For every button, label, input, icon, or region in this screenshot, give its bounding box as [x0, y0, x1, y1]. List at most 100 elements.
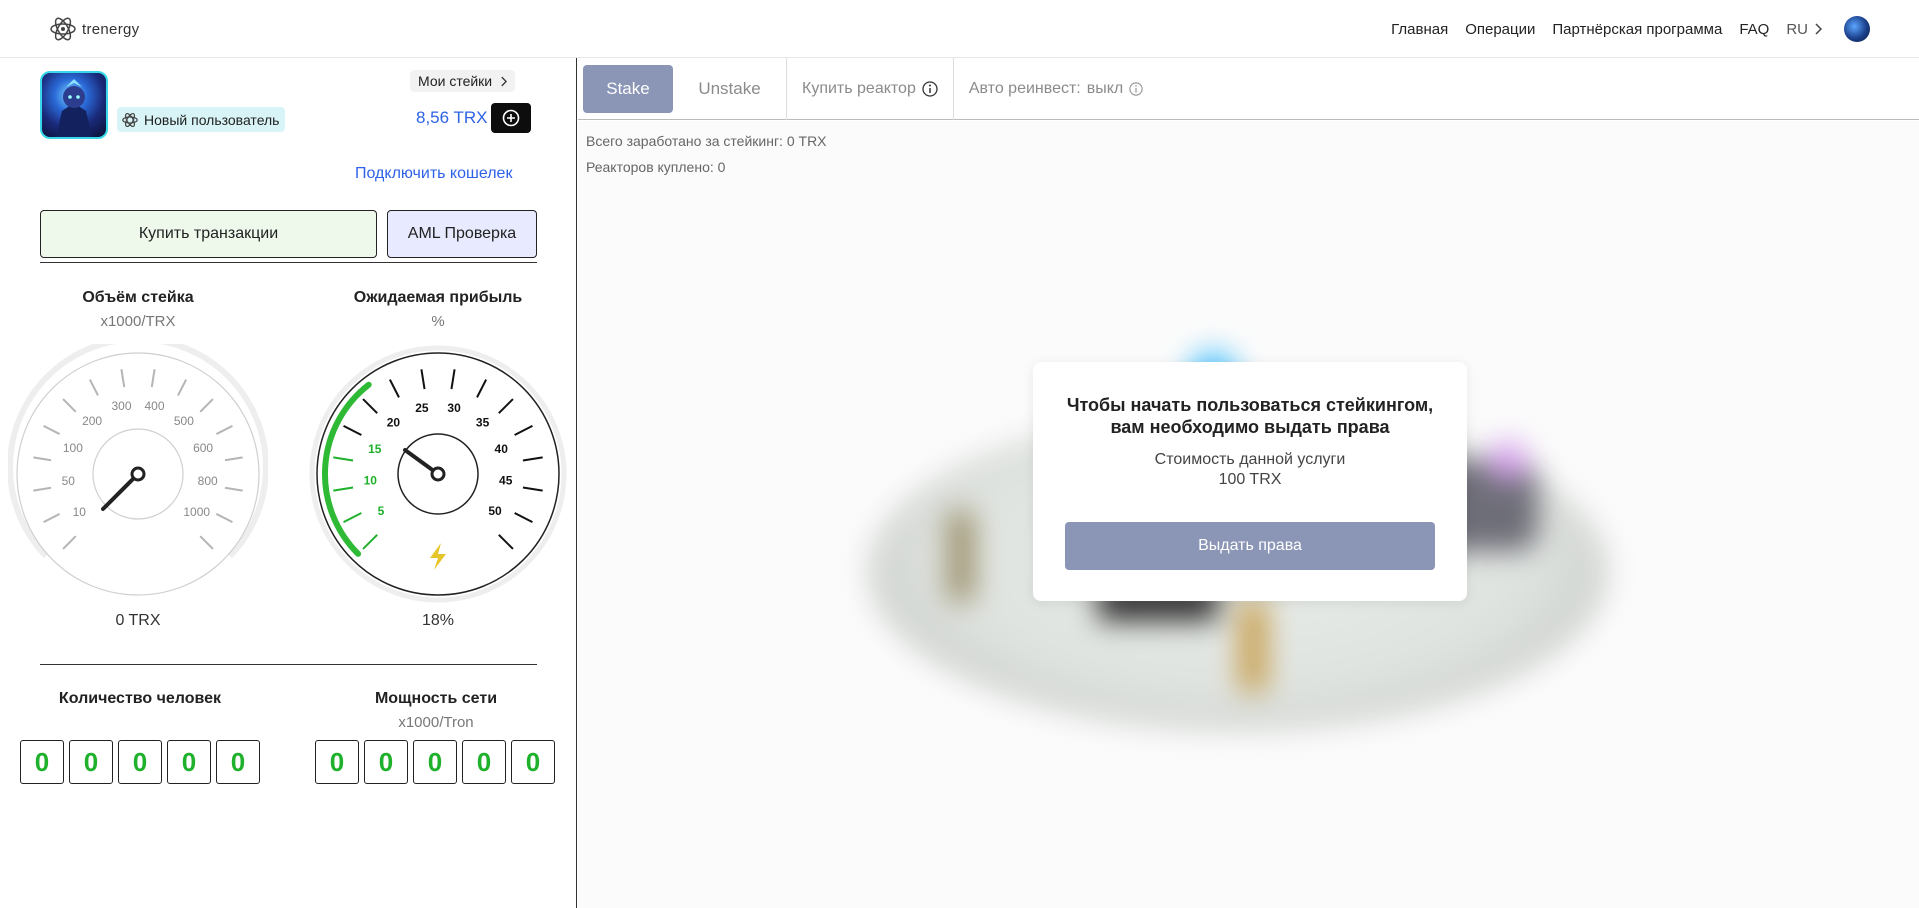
user-avatar[interactable] [40, 71, 108, 139]
balance: 8,56 TRX [416, 108, 488, 127]
gauge-tick [199, 535, 214, 550]
gauge-tick-label: 600 [193, 441, 213, 455]
gauge-tick-label: 40 [495, 442, 509, 456]
gauge-tick [498, 398, 514, 414]
buy-reactor-label: Купить реактор [802, 79, 916, 97]
counter-digit: 0 [216, 740, 260, 784]
gauge-tick [215, 513, 233, 524]
expected-profit-title: Ожидаемая прибыль [353, 289, 523, 306]
auto-reinvest-toggle[interactable]: Авто реинвест: выкл [954, 80, 1158, 98]
logo[interactable]: trenergy [48, 14, 139, 44]
gauge-tick [450, 369, 456, 390]
nav-home[interactable]: Главная [1391, 21, 1448, 38]
stake-volume-unit: x1000/TRX [100, 313, 176, 330]
counter-digit: 0 [167, 740, 211, 784]
atom-logo-icon [50, 17, 76, 41]
gauge-tick-label: 10 [364, 474, 378, 488]
tab-buy-reactor[interactable]: Купить реактор [787, 58, 953, 120]
total-earned-text: Всего заработано за стейкинг: 0 TRX [586, 133, 827, 149]
gauge-tick [498, 534, 514, 550]
gauge-tick-label: 35 [476, 416, 490, 430]
gauge-tick-label: 100 [63, 441, 83, 455]
divider [40, 262, 537, 263]
grant-permissions-button[interactable]: Выдать права [1065, 522, 1435, 570]
header: trenergy Главная Операции Партнёрская пр… [0, 0, 1919, 58]
gauge-tick [333, 486, 354, 492]
info-icon[interactable] [1129, 81, 1143, 96]
gauge-tick [199, 398, 214, 413]
people-counter: 0 0 0 0 0 [20, 740, 260, 784]
gauge-tick [343, 512, 362, 524]
language-switcher[interactable]: RU [1786, 21, 1822, 38]
header-avatar[interactable] [1844, 16, 1870, 42]
gauge-tick [224, 486, 243, 492]
gauge-tick [514, 512, 533, 524]
gauge-tick [120, 369, 126, 388]
modal-cost-label: Стоимость данной услуги [1154, 451, 1346, 468]
tab-stake[interactable]: Stake [583, 64, 673, 113]
chevron-right-icon [1815, 23, 1822, 35]
gauge-tick-label: 20 [387, 416, 401, 430]
user-status-badge: Новый пользователь [117, 107, 286, 132]
gauge-tick [362, 398, 378, 414]
gauge-tick-label: 500 [174, 414, 194, 428]
nav-partner-program[interactable]: Партнёрская программа [1552, 21, 1722, 38]
gauge-tick [62, 398, 77, 413]
connect-wallet-link[interactable]: Подключить кошелек [355, 165, 512, 183]
people-count-title: Количество человек [58, 690, 222, 707]
gauge-tick-label: 200 [82, 414, 102, 428]
gauge-tick-label: 800 [198, 474, 218, 488]
tab-unstake[interactable]: Unstake [673, 79, 786, 99]
expected-profit-unit: % [431, 313, 445, 330]
gauge-tick [333, 456, 354, 462]
counter-digit: 0 [511, 740, 555, 784]
nav-operations[interactable]: Операции [1465, 21, 1535, 38]
counter-digit: 0 [69, 740, 113, 784]
language-label: RU [1786, 20, 1808, 38]
top-up-button[interactable] [491, 103, 531, 133]
atom-icon [122, 112, 138, 127]
main-nav: Главная Операции Партнёрская программа F… [1391, 0, 1919, 58]
nav-faq[interactable]: FAQ [1739, 21, 1769, 38]
info-icon[interactable] [922, 80, 938, 97]
reactors-bought-text: Реакторов куплено: 0 [586, 159, 726, 175]
counter-digit: 0 [462, 740, 506, 784]
buy-transactions-button[interactable]: Купить транзакции [40, 210, 377, 258]
expected-profit-gauge: 5 10 15 20 25 30 35 40 45 50 [309, 345, 567, 603]
stake-tabs: Stake Unstake Купить реактор Авто реинве… [578, 57, 1919, 120]
logo-text: trenergy [82, 20, 140, 38]
gauge-tick [476, 379, 488, 398]
gauge-tick-label: 50 [488, 504, 502, 518]
stake-volume-title: Объём стейка [82, 289, 194, 306]
gauge-tick-label: 10 [73, 505, 87, 519]
gauge-tick-label: 45 [499, 474, 513, 488]
gauge-tick [177, 379, 188, 397]
gauge-tick [362, 534, 378, 550]
gauge-tick-label: 25 [415, 401, 429, 415]
stake-volume-value: 0 TRX [115, 612, 161, 629]
gauge-tick [224, 456, 243, 462]
gauge-tick-label: 400 [144, 399, 164, 413]
left-panel: Новый пользователь Мои стейки 8,56 TRX П… [0, 58, 577, 908]
my-stakes-link[interactable]: Мои стейки [410, 70, 516, 92]
stake-volume-gauge: 10 50 100 200 300 400 500 600 800 1000 [8, 344, 268, 596]
counter-digit: 0 [20, 740, 64, 784]
gauge-tick-label: 30 [447, 401, 461, 415]
gauge-tick-label: 300 [111, 399, 131, 413]
counter-digit: 0 [413, 740, 457, 784]
chevron-right-icon [501, 76, 508, 86]
aml-check-button[interactable]: AML Проверка [387, 210, 537, 258]
auto-reinvest-label: Авто реинвест: [968, 79, 1081, 97]
gauge-tick-label: 15 [368, 442, 382, 456]
network-power-title: Мощность сети [374, 690, 498, 707]
gauge-tick [62, 535, 77, 550]
lightning-icon [430, 543, 446, 570]
gauge-tick [43, 513, 61, 524]
counter-digit: 0 [118, 740, 162, 784]
gauge-tick [388, 379, 400, 398]
plus-circle-icon [502, 109, 520, 127]
network-power-unit: x1000/Tron [398, 714, 474, 731]
user-status-label: Новый пользователь [144, 111, 280, 128]
gauge-tick [343, 424, 362, 436]
gauge-tick [33, 456, 52, 462]
